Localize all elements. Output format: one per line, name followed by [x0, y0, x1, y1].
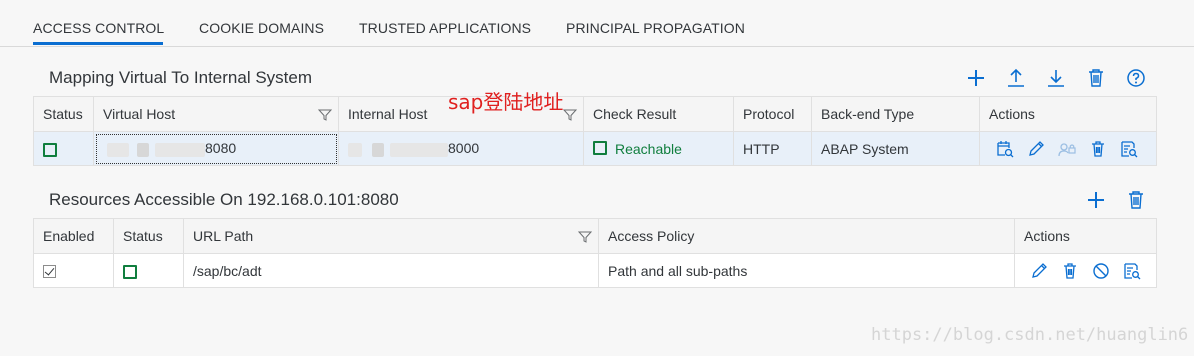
filter-icon[interactable]: [563, 108, 577, 122]
table-row[interactable]: /sap/bc/adt Path and all sub-paths: [33, 253, 1157, 288]
mapping-table: Status Virtual Host Internal Host Check …: [33, 96, 1157, 166]
resources-table: Enabled Status URL Path Access Policy Ac…: [33, 218, 1157, 288]
redacted-text: [155, 142, 205, 157]
column-header-status: Status: [33, 96, 94, 132]
edit-icon[interactable]: [1030, 262, 1048, 280]
watermark-text: https://blog.csdn.net/huanglin6: [871, 325, 1189, 345]
actions-cell: [979, 131, 1157, 166]
resources-section-title: Resources Accessible On 192.168.0.101:80…: [49, 190, 399, 209]
check-availability-icon[interactable]: [996, 140, 1014, 158]
status-ok-icon: [123, 264, 137, 279]
edit-icon[interactable]: [1027, 140, 1045, 158]
column-header-url-path[interactable]: URL Path: [183, 218, 599, 254]
tab-bar: ACCESS CONTROL COOKIE DOMAINS TRUSTED AP…: [0, 0, 1194, 47]
add-icon[interactable]: [1085, 189, 1107, 211]
filter-icon[interactable]: [318, 108, 332, 122]
column-label: Internal Host: [348, 106, 428, 122]
tab-principal-propagation[interactable]: PRINCIPAL PROPAGATION: [566, 20, 745, 36]
internal-host-port: 8000: [448, 140, 480, 157]
actions-cell: [1014, 253, 1157, 288]
column-header-actions: Actions: [979, 96, 1157, 132]
check-result-cell: Reachable: [583, 131, 734, 166]
virtual-host-port: 8080: [205, 140, 237, 157]
column-header-enabled: Enabled: [33, 218, 114, 254]
column-header-status: Status: [113, 218, 184, 254]
delete-icon[interactable]: [1089, 140, 1107, 158]
redacted-text: [390, 142, 448, 157]
help-icon[interactable]: [1125, 67, 1147, 89]
internal-host-cell: 8000: [338, 131, 584, 166]
tab-cookie-domains[interactable]: COOKIE DOMAINS: [199, 20, 324, 36]
delete-icon[interactable]: [1061, 262, 1079, 280]
column-label: Virtual Host: [103, 106, 176, 122]
column-header-actions: Actions: [1014, 218, 1157, 254]
check-result-text: Reachable: [615, 140, 682, 157]
status-ok-icon: [43, 142, 57, 157]
deactivate-icon[interactable]: [1092, 262, 1110, 280]
column-header-check-result: Check Result: [583, 96, 734, 132]
url-path-cell: /sap/bc/adt: [183, 253, 599, 288]
redacted-text: [107, 142, 129, 157]
redacted-text: [137, 142, 149, 157]
download-icon[interactable]: [1045, 67, 1067, 89]
active-tab-indicator: [33, 42, 163, 45]
enabled-checkbox[interactable]: [43, 265, 56, 279]
tab-access-control[interactable]: ACCESS CONTROL: [33, 20, 164, 36]
red-annotation-text: sap登陆地址: [448, 90, 564, 114]
delete-icon[interactable]: [1125, 189, 1147, 211]
enabled-cell: [33, 253, 114, 288]
column-header-backend-type: Back-end Type: [811, 96, 980, 132]
delete-icon[interactable]: [1085, 67, 1107, 89]
redacted-text: [348, 142, 362, 157]
column-header-access-policy: Access Policy: [598, 218, 1015, 254]
reachable-icon: [593, 140, 607, 155]
column-header-virtual-host[interactable]: Virtual Host: [93, 96, 339, 132]
redacted-text: [372, 142, 384, 157]
column-label: URL Path: [193, 228, 254, 244]
virtual-host-cell[interactable]: 8080: [93, 131, 339, 166]
upload-icon[interactable]: [1005, 67, 1027, 89]
principal-type-icon[interactable]: [1058, 140, 1076, 158]
filter-icon[interactable]: [578, 230, 592, 244]
protocol-cell: HTTP: [733, 131, 812, 166]
backend-type-cell: ABAP System: [811, 131, 980, 166]
column-header-protocol: Protocol: [733, 96, 812, 132]
add-icon[interactable]: [965, 67, 987, 89]
details-icon[interactable]: [1120, 140, 1138, 158]
table-row[interactable]: 8080 8000 Reachable HTTP ABAP System: [33, 131, 1157, 166]
status-cell: [113, 253, 184, 288]
mapping-section-title: Mapping Virtual To Internal System: [49, 68, 313, 87]
details-icon[interactable]: [1123, 262, 1141, 280]
tab-trusted-applications[interactable]: TRUSTED APPLICATIONS: [359, 20, 531, 36]
access-policy-cell: Path and all sub-paths: [598, 253, 1015, 288]
status-cell: [33, 131, 94, 166]
